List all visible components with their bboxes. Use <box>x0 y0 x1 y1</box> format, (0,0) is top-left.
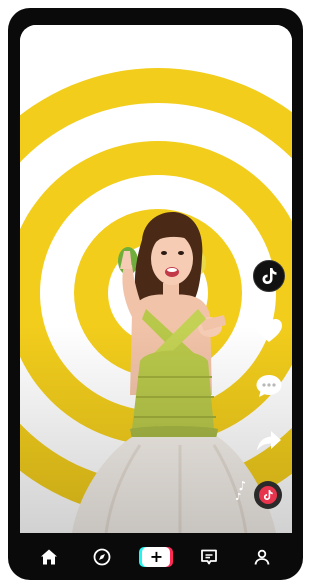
nav-create[interactable]: + <box>139 541 174 573</box>
share-arrow-icon <box>257 431 281 451</box>
music-disc-button[interactable] <box>254 481 282 509</box>
message-icon <box>200 549 217 564</box>
compass-icon <box>93 548 111 565</box>
home-icon <box>40 549 57 564</box>
video-feed[interactable] <box>20 25 292 533</box>
plus-icon: + <box>142 546 171 567</box>
music-disc-icon <box>259 486 277 504</box>
nav-discover[interactable] <box>86 541 118 573</box>
person-icon <box>254 549 270 565</box>
tiktok-logo-icon <box>253 260 285 292</box>
comment-bubble-icon <box>256 375 282 397</box>
share-button[interactable] <box>252 424 286 458</box>
creator-avatar-button[interactable] <box>252 259 286 293</box>
nav-profile[interactable] <box>246 541 278 573</box>
phone-frame: + <box>8 8 303 580</box>
bottom-navigation: + <box>8 533 303 580</box>
nav-inbox[interactable] <box>193 541 225 573</box>
side-actions <box>252 259 286 479</box>
like-button[interactable] <box>252 314 286 348</box>
nav-home[interactable] <box>33 541 65 573</box>
comment-button[interactable] <box>252 369 286 403</box>
create-button: + <box>139 546 174 567</box>
music-notes-icon <box>235 481 245 500</box>
heart-icon <box>256 319 282 342</box>
